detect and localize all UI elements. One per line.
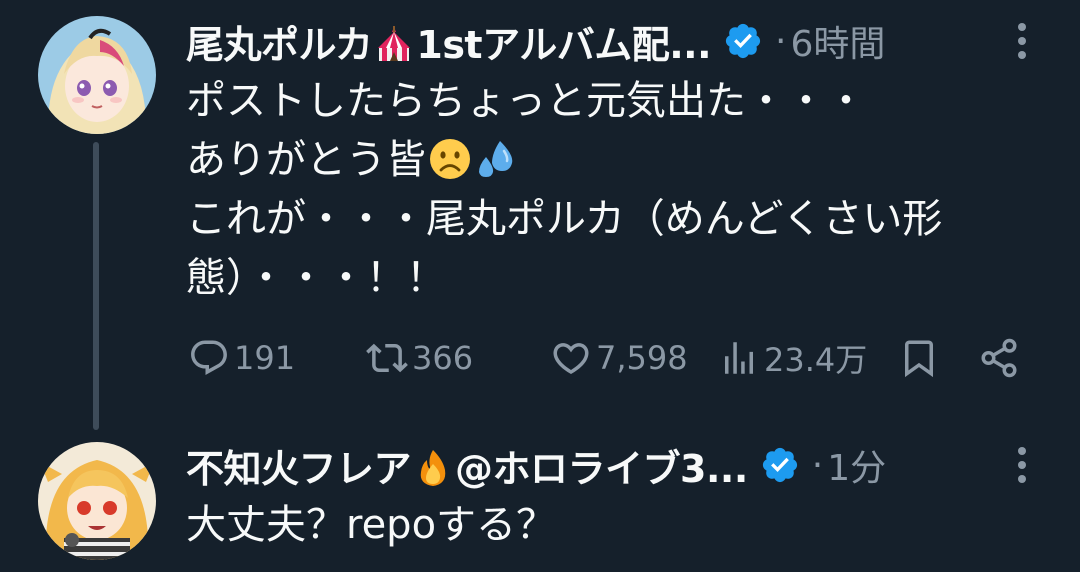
repost-count: 366	[412, 339, 474, 377]
tweet-header: 不知火フレア @ホロライブ3... · 1分	[186, 438, 886, 492]
reply-count: 191	[234, 339, 296, 377]
tweet-text: 大丈夫？repoする？	[186, 496, 1020, 555]
verified-badge-icon	[725, 23, 761, 59]
tweet-text-line-2: ありがとう皆	[186, 137, 426, 183]
tweet-text-line: ポストしたらちょっと元気出た・・・	[186, 78, 866, 124]
tweet-text-line-with-emoji: ありがとう皆	[186, 131, 1020, 190]
bookmark-button[interactable]	[898, 337, 940, 379]
bookmark-icon	[905, 340, 933, 378]
timestamp[interactable]: 1分	[827, 439, 886, 491]
more-options-icon[interactable]	[1004, 438, 1040, 492]
tweet-header: 尾丸ポルカ 1stアルバム配... · 6時間	[186, 14, 885, 68]
author-name[interactable]: 尾丸ポルカ 1stアルバム配...	[186, 14, 712, 69]
reply-button[interactable]: 191	[188, 337, 295, 379]
separator-dot: ·	[811, 444, 824, 486]
tweet-text-line: これが・・・尾丸ポルカ（めんどくさい形	[186, 196, 943, 242]
author-name-part2: @ホロライブ3...	[455, 446, 748, 491]
verified-badge-icon	[762, 447, 797, 483]
separator-dot: ·	[775, 20, 787, 62]
heart-icon	[553, 343, 589, 375]
avatar-polka-image	[38, 16, 156, 134]
action-bar: 191 366 7,598 23.4万	[186, 330, 1036, 386]
views-icon	[725, 342, 753, 374]
share-icon	[981, 338, 1017, 378]
thread-connector-line	[93, 142, 99, 430]
tweet-text-line: 大丈夫？repoする？	[186, 502, 557, 548]
timestamp[interactable]: 6時間	[790, 15, 885, 67]
circus-tent-emoji	[378, 25, 411, 61]
tweet-text: ポストしたらちょっと元気出た・・・ ありがとう皆 これが・・・尾丸ポルカ（めんど…	[186, 72, 1020, 308]
tweet-flare[interactable]: 不知火フレア @ホロライブ3... · 1分 大丈夫？repoする？	[0, 430, 1080, 572]
avatar[interactable]	[38, 16, 156, 134]
like-button[interactable]: 7,598	[550, 337, 688, 379]
avatar[interactable]	[38, 442, 156, 560]
avatar-flare-image	[38, 442, 156, 560]
reply-icon	[191, 340, 227, 375]
repost-button[interactable]: 366	[366, 337, 473, 379]
more-options-icon[interactable]	[1004, 14, 1040, 68]
author-name-part1: 尾丸ポルカ	[186, 22, 373, 67]
repost-icon	[366, 343, 408, 373]
sweat-droplets-emoji	[479, 141, 513, 177]
views-button[interactable]: 23.4万	[718, 335, 867, 381]
tweet-text-line: 態）・・・！！	[186, 255, 446, 301]
author-name[interactable]: 不知火フレア @ホロライブ3...	[186, 438, 748, 493]
author-name-part2: 1stアルバム配...	[416, 22, 712, 67]
author-name-part1: 不知火フレア	[186, 446, 412, 491]
like-count: 7,598	[596, 339, 688, 377]
frowning-face-emoji	[430, 139, 470, 179]
fire-emoji	[420, 449, 446, 486]
tweet-polka[interactable]: 尾丸ポルカ 1stアルバム配... · 6時間 ポストしたらちょっと元気出た・・…	[0, 0, 1080, 430]
views-count: 23.4万	[764, 341, 868, 379]
share-button[interactable]	[978, 337, 1020, 379]
